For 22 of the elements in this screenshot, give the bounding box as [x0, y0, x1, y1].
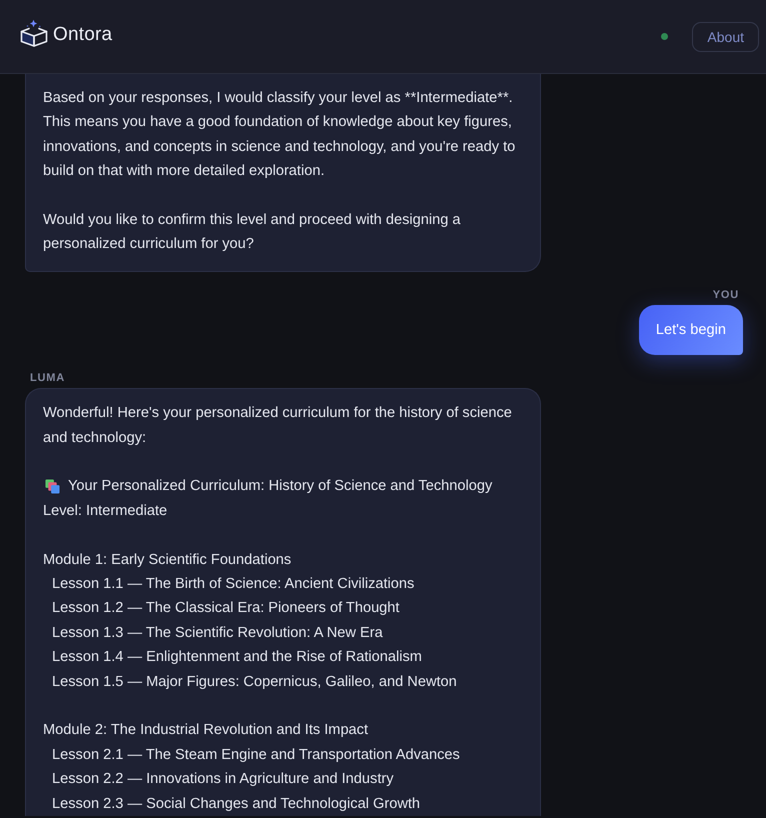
stacked-squares-icon — [45, 479, 60, 494]
lesson-item: Lesson 2.1 — The Steam Engine and Transportation Advances — [51, 746, 461, 765]
message-text: Based on your responses, I would classify your level as **Intermediate**. This means you have a good foundation of knowledge about key figures, innovations, and concepts in science and technology, and you're ready to build on that with more detailed exploration. — [43, 89, 516, 182]
module-title: Module 2: The Industrial Revolution and Its Impact — [43, 721, 370, 740]
lesson-item: Lesson 2.3 — Social Changes and Technological Growth — [51, 794, 422, 814]
sender-label: YOU — [712, 288, 740, 301]
lesson-item: Lesson 1.4 — Enlightenment and the Rise of Rationalism — [51, 648, 423, 668]
about-button[interactable]: About — [692, 22, 759, 52]
brand-name: Ontora — [53, 24, 112, 46]
sender-label: LUMA — [29, 372, 66, 384]
message-text: Would you like to confirm this level and proceed with designing a personalized curriculum for you? — [43, 211, 462, 254]
lesson-item: Lesson 1.1 — The Birth of Science: Ancient Civilizations — [51, 575, 416, 594]
message-text: Wonderful! Here's your personalized curriculum for the history of science and technology: — [43, 404, 513, 448]
lesson-item: Lesson 1.3 — The Scientific Revolution: A New Era — [51, 624, 384, 643]
curriculum-title: Your Personalized Curriculum: History of Science and Technology — [68, 477, 492, 496]
box-sparkle-icon — [20, 19, 48, 47]
level-text: Level: Intermediate — [43, 502, 168, 521]
module-title: Module 1: Early Scientific Foundations — [43, 550, 292, 570]
user-message-bubble: Let's begin — [638, 304, 743, 356]
lesson-item: Lesson 1.2 — The Classical Era: Pioneers of Thought — [51, 599, 400, 618]
lesson-item: Lesson 1.5 — Major Figures: Copernicus, Galileo, and Newton — [51, 672, 458, 692]
lesson-item: Lesson 2.2 — Innovations in Agriculture and Industry — [51, 770, 395, 790]
